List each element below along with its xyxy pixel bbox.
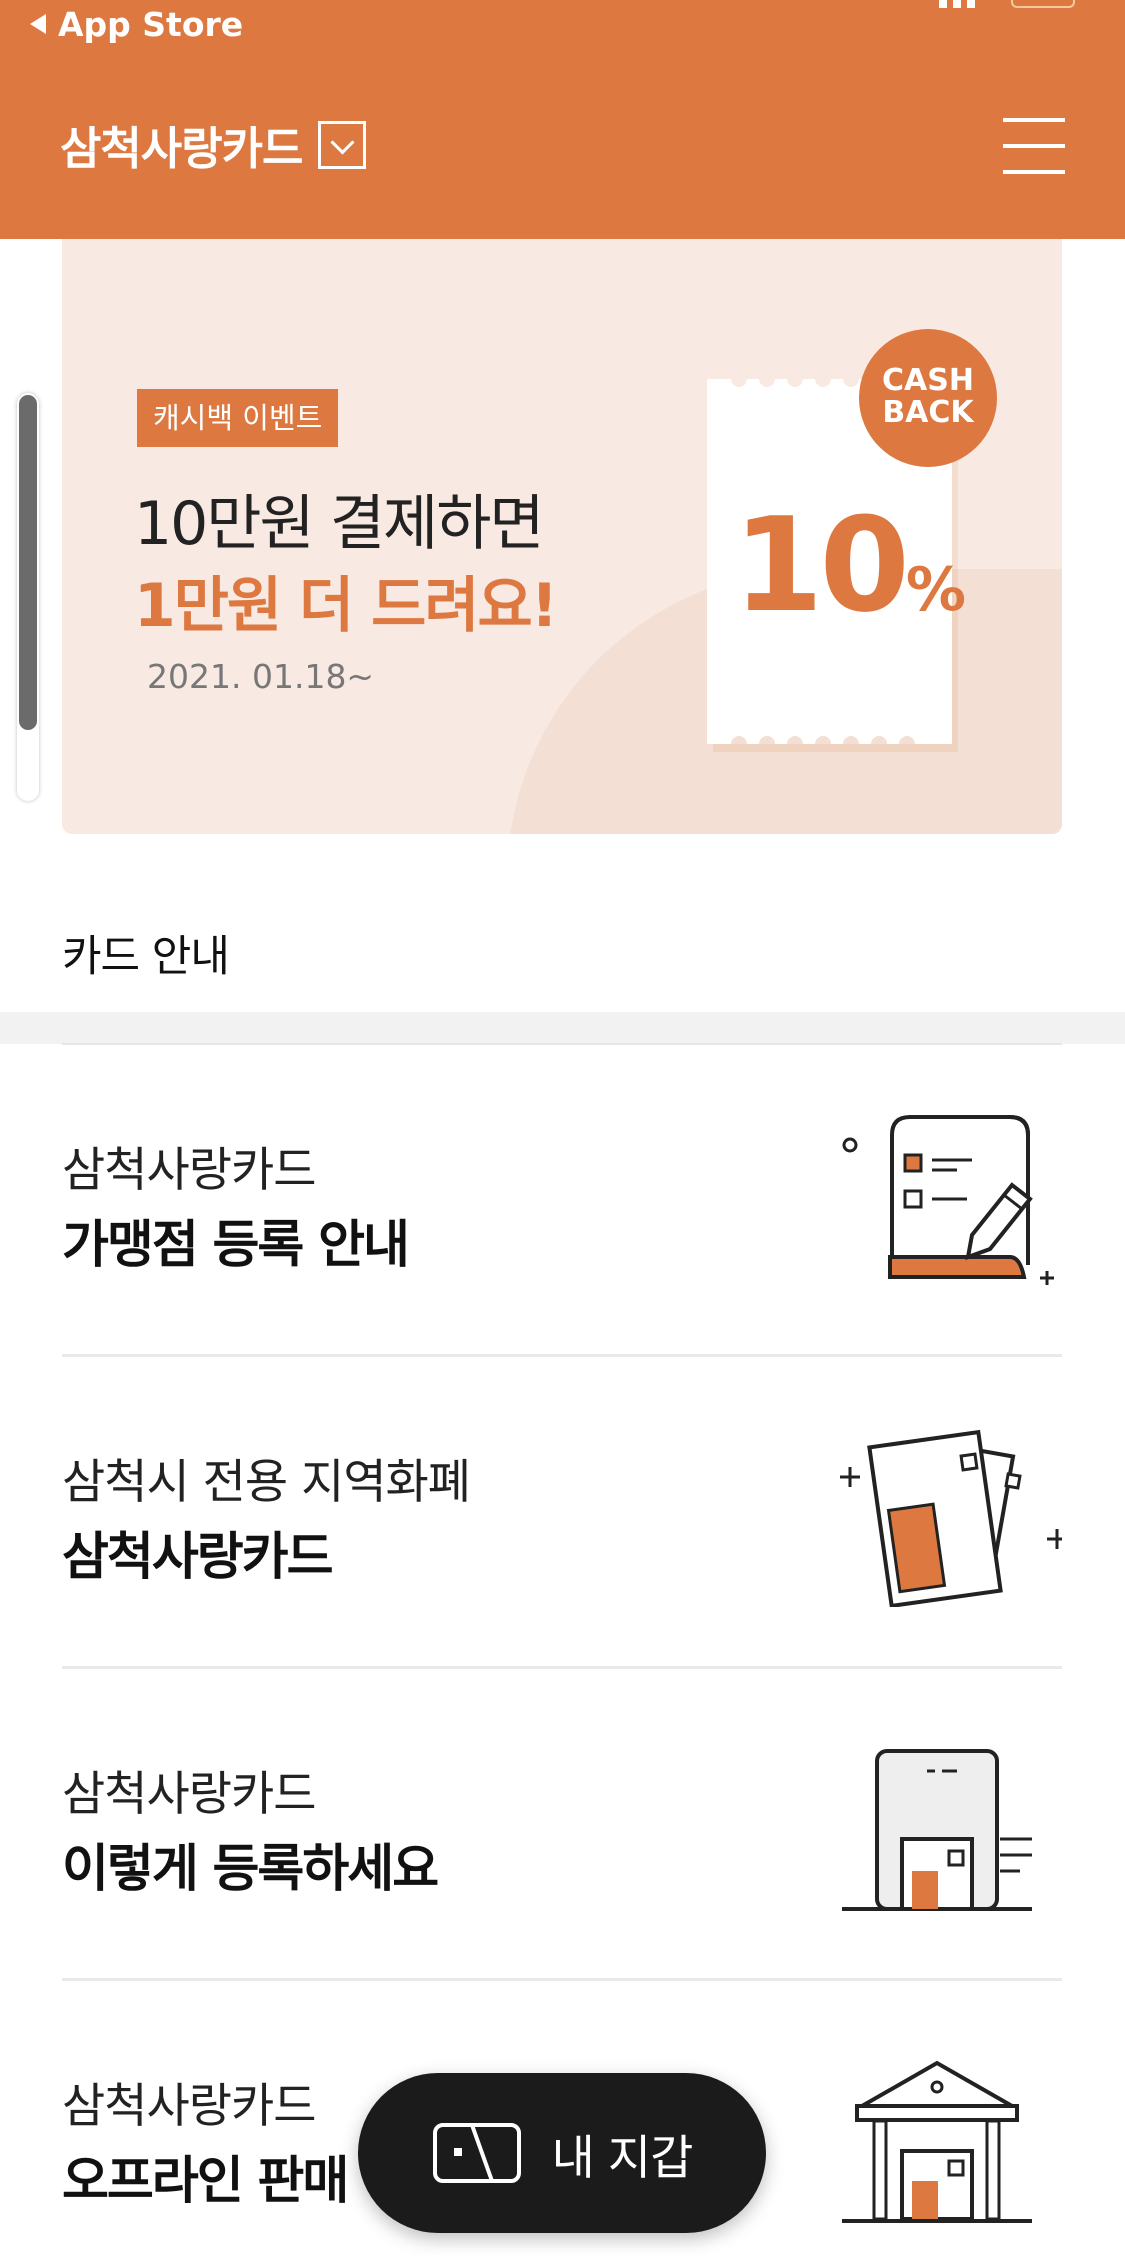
event-badge: 캐시백 이벤트 [137, 389, 339, 447]
signal-icon [953, 0, 961, 8]
cashback-event-banner[interactable]: 캐시백 이벤트 10만원 결제하면 1만원 더 드려요! 2021. 01.18… [62, 239, 1062, 834]
cards-icon [840, 1429, 1062, 1607]
banner-date: 2021. 01.18~ [147, 657, 375, 696]
guide-item-how-to-register[interactable]: 삼척사랑카드 이렇게 등록하세요 [62, 1669, 1062, 1981]
guide-subtitle: 삼척사랑카드 [62, 2079, 316, 2134]
guide-subtitle: 삼척사랑카드 [62, 1143, 316, 1198]
back-triangle-icon [30, 14, 46, 34]
back-label: App Store [58, 4, 244, 44]
guide-subtitle: 삼척사랑카드 [62, 1767, 316, 1822]
scrollbar-thumb[interactable] [19, 395, 37, 730]
battery-icon [1011, 0, 1075, 8]
status-bar-icons [939, 0, 1075, 10]
wallet-icon [432, 2123, 521, 2183]
phone-card-icon [842, 1749, 1032, 1911]
page-title: 삼척사랑카드 [60, 122, 303, 175]
card-selector[interactable]: 삼척사랑카드 [60, 112, 367, 177]
app-header: App Store 삼척사랑카드 [0, 0, 1125, 239]
section-title: 카드 안내 [62, 932, 230, 982]
my-wallet-button[interactable]: 내 지갑 [358, 2073, 766, 2233]
back-to-app-store[interactable]: App Store [30, 4, 243, 44]
scrollbar[interactable] [17, 393, 39, 801]
cashback-badge: CASH BACK [859, 329, 997, 467]
guide-title: 오프라인 판매 [62, 2152, 349, 2211]
signal-icon [967, 0, 975, 8]
guide-item-local-currency[interactable]: 삼척시 전용 지역화폐 삼척사랑카드 [62, 1357, 1062, 1669]
guide-subtitle: 삼척시 전용 지역화폐 [62, 1455, 471, 1510]
guide-title: 삼척사랑카드 [62, 1528, 334, 1587]
receipt-percent: 10% [733, 489, 967, 641]
section-divider [0, 1012, 1125, 1044]
wallet-label: 내 지갑 [551, 2130, 694, 2186]
hamburger-menu-icon[interactable] [1003, 118, 1065, 174]
guide-title: 가맹점 등록 안내 [62, 1216, 410, 1275]
bank-building-icon [842, 2060, 1032, 2223]
banner-headline: 10만원 결제하면 [134, 489, 545, 559]
chevron-down-icon[interactable] [318, 120, 367, 169]
banner-highlight: 1만원 더 드려요! [134, 571, 558, 641]
signal-icon [939, 0, 947, 8]
guide-title: 이렇게 등록하세요 [62, 1840, 439, 1899]
guide-item-merchant-registration[interactable]: 삼척사랑카드 가맹점 등록 안내 [62, 1045, 1062, 1357]
document-pencil-icon [842, 1115, 1054, 1285]
